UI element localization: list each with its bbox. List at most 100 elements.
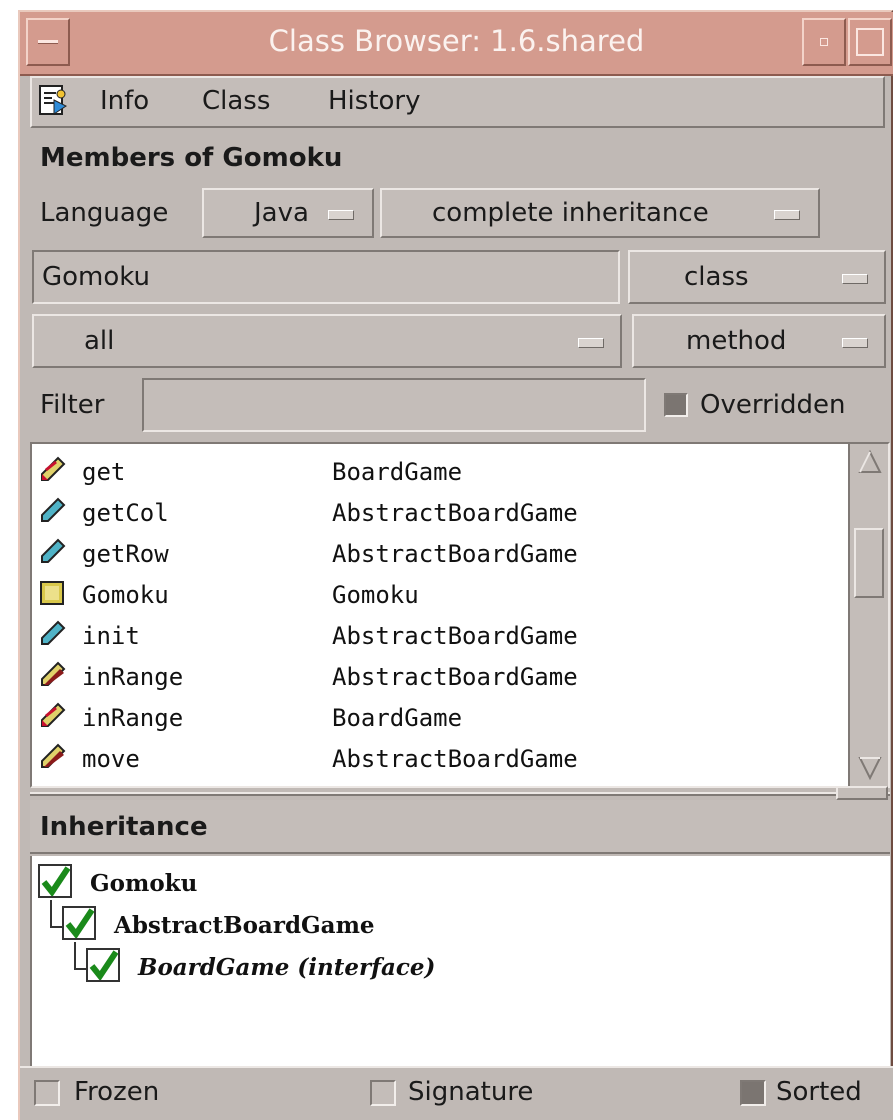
member-name: init: [82, 622, 140, 650]
window-title: Class Browser: 1.6.shared: [268, 24, 645, 58]
list-item[interactable]: init AbstractBoardGame: [36, 616, 856, 656]
method-icon: [41, 620, 66, 645]
dropdown-indicator-icon: [578, 338, 604, 348]
interface-method-icon: [41, 702, 66, 727]
dropdown-indicator-icon: [328, 210, 354, 220]
maximize-icon: [856, 28, 884, 56]
class-name-value: Gomoku: [42, 262, 151, 292]
tree-connector: [50, 926, 62, 928]
member-type-dropdown[interactable]: method: [632, 314, 886, 368]
menu-bar: Info Class History: [30, 76, 885, 128]
member-list-rows: get BoardGame getCol AbstractBoardGame g…: [36, 452, 856, 782]
menu-info[interactable]: Info: [100, 86, 149, 116]
inheritance-mode-value: complete inheritance: [432, 198, 709, 228]
member-owner: AbstractBoardGame: [332, 499, 578, 527]
menu-class[interactable]: Class: [202, 86, 270, 116]
minimize-icon: [820, 38, 828, 46]
inheritance-tree: Gomoku AbstractBoardGame BoardGame (inte…: [30, 856, 890, 1066]
pane-splitter[interactable]: [30, 792, 890, 796]
interface-method-icon: [41, 456, 66, 481]
kind-dropdown[interactable]: class: [628, 250, 886, 304]
method-icon: [41, 497, 66, 522]
tree-node[interactable]: AbstractBoardGame: [62, 904, 762, 944]
dropdown-indicator-icon: [774, 210, 800, 220]
member-owner: Gomoku: [332, 581, 419, 609]
filter-input[interactable]: [142, 378, 646, 432]
frozen-checkbox[interactable]: [34, 1080, 60, 1106]
member-name: inRange: [82, 663, 184, 691]
frozen-label: Frozen: [74, 1077, 160, 1107]
list-item[interactable]: Gomoku Gomoku: [36, 575, 856, 615]
member-name: get: [82, 458, 126, 486]
member-owner: AbstractBoardGame: [332, 622, 578, 650]
abstract-method-icon: [41, 661, 66, 686]
constructor-icon: [40, 581, 64, 605]
inheritance-heading: Inheritance: [40, 812, 208, 842]
member-owner: AbstractBoardGame: [332, 540, 578, 568]
tree-node[interactable]: Gomoku: [38, 862, 738, 902]
tree-node[interactable]: BoardGame (interface): [86, 946, 786, 986]
scroll-up-icon[interactable]: [856, 448, 884, 476]
splitter-handle[interactable]: [836, 786, 888, 800]
document-icon[interactable]: [38, 84, 70, 118]
scroll-down-icon[interactable]: [856, 754, 884, 782]
signature-label: Signature: [408, 1077, 534, 1107]
visibility-value: all: [84, 326, 115, 356]
member-owner: AbstractBoardGame: [332, 663, 578, 691]
member-name: getCol: [82, 499, 169, 527]
kind-value: class: [684, 262, 749, 292]
member-owner: BoardGame: [332, 458, 463, 486]
member-owner: BoardGame: [332, 704, 463, 732]
tree-connector: [74, 942, 76, 970]
list-item[interactable]: move AbstractBoardGame: [36, 739, 856, 779]
overridden-checkbox[interactable]: [664, 393, 688, 417]
member-owner: AbstractBoardGame: [332, 745, 578, 773]
member-name: getRow: [82, 540, 169, 568]
member-name: move: [82, 745, 140, 773]
footer-bar: Frozen Signature Sorted: [20, 1066, 893, 1120]
tree-checkbox[interactable]: [86, 948, 120, 982]
member-type-value: method: [686, 326, 787, 356]
method-icon: [41, 538, 66, 563]
members-heading: Members of Gomoku: [40, 143, 343, 173]
maximize-button[interactable]: [848, 18, 892, 66]
tree-connector: [50, 900, 52, 928]
member-name: inRange: [82, 704, 184, 732]
member-list-scrollbar[interactable]: [848, 444, 888, 786]
list-item[interactable]: getRow AbstractBoardGame: [36, 534, 856, 574]
overridden-label: Overridden: [700, 390, 846, 420]
language-label: Language: [40, 198, 169, 228]
inheritance-mode-dropdown[interactable]: complete inheritance: [380, 188, 820, 238]
tree-connector: [74, 968, 86, 970]
tree-label: BoardGame (interface): [138, 954, 436, 981]
inheritance-header: Inheritance: [30, 800, 890, 854]
dropdown-indicator-icon: [842, 274, 868, 284]
class-name-field[interactable]: Gomoku: [32, 250, 620, 304]
list-item[interactable]: getCol AbstractBoardGame: [36, 493, 856, 533]
visibility-dropdown[interactable]: all: [32, 314, 622, 368]
checkmark-icon: [41, 866, 71, 898]
title-bar[interactable]: Class Browser: 1.6.shared: [20, 12, 893, 76]
list-item[interactable]: get BoardGame: [36, 452, 856, 492]
sorted-checkbox[interactable]: [740, 1080, 766, 1106]
scroll-thumb[interactable]: [854, 528, 884, 598]
abstract-method-icon: [41, 743, 66, 768]
filter-label: Filter: [40, 390, 105, 420]
member-list[interactable]: get BoardGame getCol AbstractBoardGame g…: [30, 442, 890, 788]
sorted-label: Sorted: [776, 1077, 862, 1107]
checkmark-icon: [65, 908, 95, 940]
minimize-button[interactable]: [802, 18, 846, 66]
language-dropdown[interactable]: Java: [202, 188, 374, 238]
tree-label: Gomoku: [90, 870, 198, 897]
tree-checkbox[interactable]: [62, 906, 96, 940]
member-name: Gomoku: [82, 581, 169, 609]
tree-label: AbstractBoardGame: [114, 912, 375, 939]
menu-history[interactable]: History: [328, 86, 421, 116]
list-item[interactable]: inRange BoardGame: [36, 698, 856, 738]
signature-checkbox[interactable]: [370, 1080, 396, 1106]
list-item[interactable]: inRange AbstractBoardGame: [36, 657, 856, 697]
tree-checkbox[interactable]: [38, 864, 72, 898]
checkmark-icon: [89, 950, 119, 982]
language-value: Java: [254, 198, 309, 228]
dropdown-indicator-icon: [842, 338, 868, 348]
